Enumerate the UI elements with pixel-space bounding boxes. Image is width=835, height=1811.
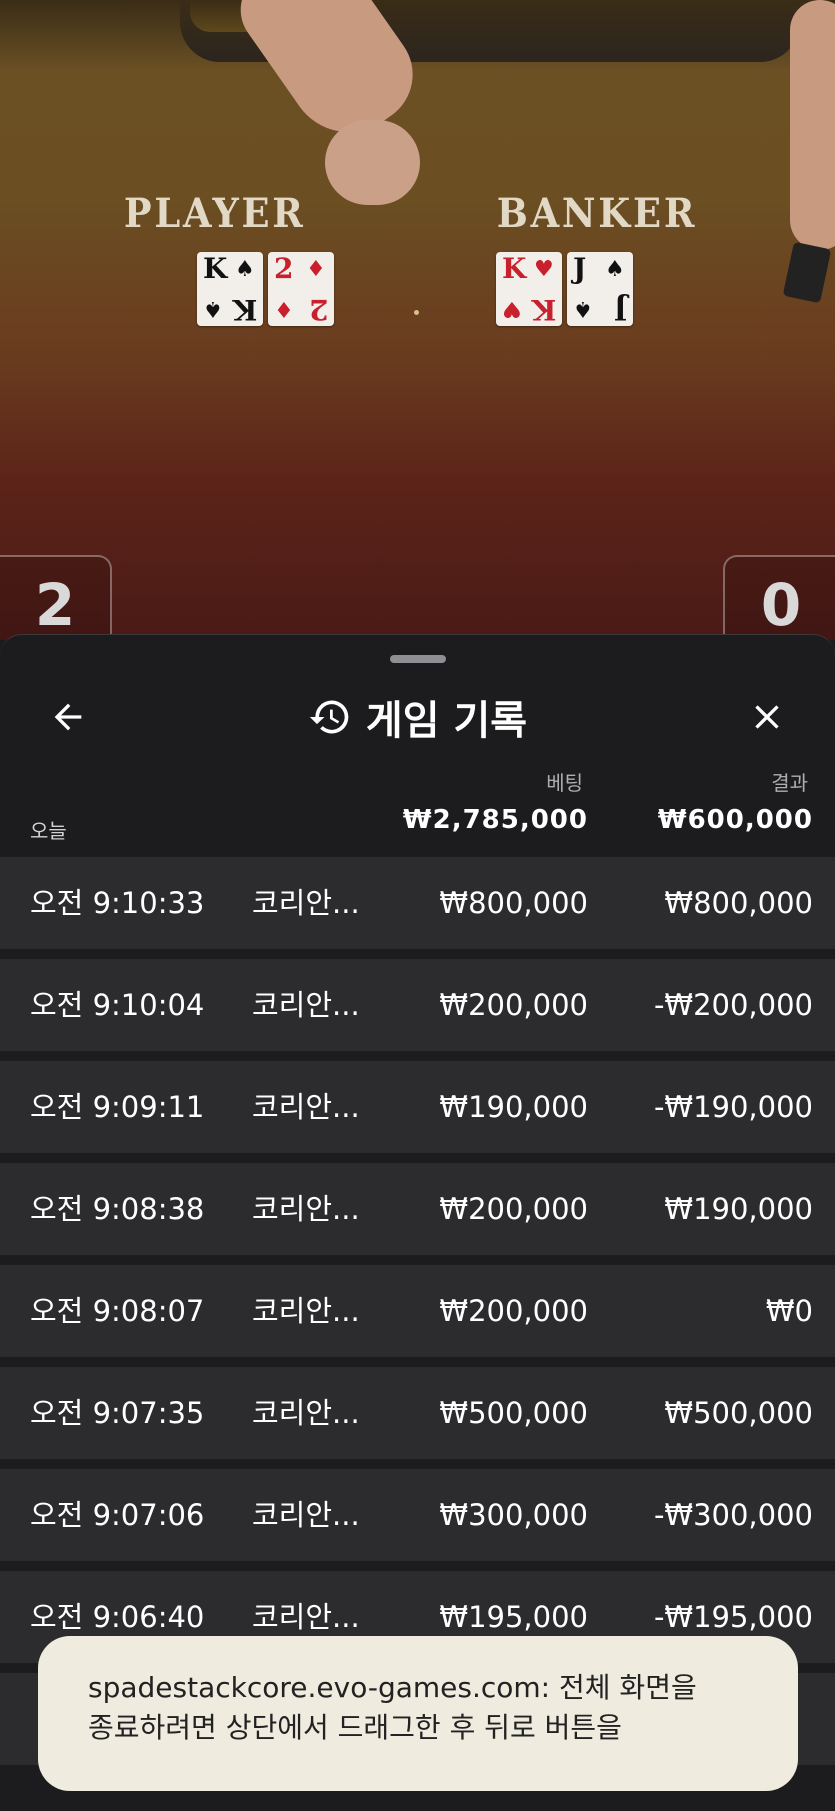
row-game: 코리안...	[252, 1090, 360, 1124]
card-suit-inverted: ♥	[502, 296, 522, 322]
sheet-header: 게임 기록	[0, 687, 835, 747]
card-rank: 2	[274, 252, 294, 285]
today-label: 오늘	[30, 819, 67, 843]
banker-card-2: J ♠ ♠ J	[567, 252, 633, 326]
row-bet: ₩200,000	[439, 1294, 588, 1328]
player-card-1: K ♠ ♠ K	[197, 252, 263, 326]
dealer-left-hand	[325, 120, 420, 205]
card-suit: ♦	[306, 256, 326, 282]
row-game: 코리안...	[252, 1192, 360, 1226]
row-time: 오전 9:10:04	[30, 988, 205, 1022]
bet-column-header: 베팅	[546, 771, 583, 795]
game-table-video: PLAYER BANKER K ♠ ♠ K 2 ♦ ♦ 2 K ♥ ♥ K J …	[0, 0, 835, 640]
row-result: ₩0	[765, 1294, 813, 1328]
close-icon	[755, 705, 779, 729]
row-bet: ₩800,000	[439, 886, 588, 920]
card-suit-inverted: ♦	[274, 296, 294, 322]
player-label: PLAYER	[123, 190, 306, 237]
row-bet: ₩200,000	[439, 1192, 588, 1226]
card-shoe	[782, 241, 832, 304]
dealer-right-arm	[790, 0, 835, 250]
row-time: 오전 9:08:07	[30, 1294, 205, 1328]
history-row[interactable]: 오전 9:08:07 코리안... ₩200,000 ₩0	[0, 1265, 835, 1357]
row-game: 코리안...	[252, 1294, 360, 1328]
total-bet: ₩2,785,000	[402, 805, 588, 835]
card-suit-inverted: ♠	[203, 296, 223, 322]
row-bet: ₩300,000	[439, 1498, 588, 1532]
card-rank-inverted: 2	[308, 293, 328, 326]
table-center-dot	[414, 310, 419, 315]
row-result: ₩800,000	[664, 886, 813, 920]
row-bet: ₩500,000	[439, 1396, 588, 1430]
top-shade	[0, 0, 835, 70]
card-rank-inverted: J	[613, 293, 627, 326]
card-rank: K	[502, 252, 527, 285]
banker-card-1: K ♥ ♥ K	[496, 252, 562, 326]
card-rank-inverted: K	[232, 293, 257, 326]
card-rank-inverted: K	[531, 293, 556, 326]
row-result: ₩500,000	[664, 1396, 813, 1430]
row-result: -₩200,000	[653, 988, 813, 1022]
row-time: 오전 9:09:11	[30, 1090, 205, 1124]
row-time: 오전 9:10:33	[30, 886, 205, 920]
history-row[interactable]: 오전 9:10:04 코리안... ₩200,000 -₩200,000	[0, 959, 835, 1051]
history-icon	[309, 700, 349, 734]
total-result: ₩600,000	[657, 805, 813, 835]
banker-score: 0	[723, 555, 835, 640]
row-bet: ₩190,000	[439, 1090, 588, 1124]
card-suit: ♠	[605, 256, 625, 282]
card-rank: J	[573, 252, 587, 285]
player-score: 2	[0, 555, 112, 640]
row-time: 오전 9:07:35	[30, 1396, 205, 1430]
close-button[interactable]	[737, 687, 797, 747]
page-title: 게임 기록	[365, 698, 528, 744]
toast-line-1: spadestackcore.evo-games.com: 전체 화면을	[88, 1671, 697, 1704]
row-game: 코리안...	[252, 886, 360, 920]
row-time: 오전 9:07:06	[30, 1498, 205, 1532]
result-column-header: 결과	[771, 771, 808, 795]
row-result: -₩300,000	[653, 1498, 813, 1532]
row-game: 코리안...	[252, 988, 360, 1022]
history-row[interactable]: 오전 9:08:38 코리안... ₩200,000 ₩190,000	[0, 1163, 835, 1255]
banker-label: BANKER	[496, 190, 698, 237]
row-time: 오전 9:08:38	[30, 1192, 205, 1226]
toast-line-2: 종료하려면 상단에서 드래그한 후 뒤로 버튼을	[88, 1711, 622, 1744]
game-history-sheet: 게임 기록 베팅 결과 오늘 ₩2,785,000 ₩600,000 오전 9:…	[0, 634, 835, 1811]
row-result: ₩190,000	[664, 1192, 813, 1226]
player-card-2: 2 ♦ ♦ 2	[268, 252, 334, 326]
row-result: -₩190,000	[653, 1090, 813, 1124]
card-suit: ♥	[534, 256, 554, 282]
fullscreen-toast: spadestackcore.evo-games.com: 전체 화면을 종료하…	[38, 1636, 798, 1791]
card-suit-inverted: ♠	[573, 296, 593, 322]
row-bet: ₩200,000	[439, 988, 588, 1022]
card-suit: ♠	[235, 256, 255, 282]
row-game: 코리안...	[252, 1396, 360, 1430]
history-row[interactable]: 오전 9:07:06 코리안... ₩300,000 -₩300,000	[0, 1469, 835, 1561]
history-row[interactable]: 오전 9:10:33 코리안... ₩800,000 ₩800,000	[0, 857, 835, 949]
history-row[interactable]: 오전 9:07:35 코리안... ₩500,000 ₩500,000	[0, 1367, 835, 1459]
card-rank: K	[203, 252, 228, 285]
drag-handle[interactable]	[390, 655, 446, 663]
history-row[interactable]: 오전 9:09:11 코리안... ₩190,000 -₩190,000	[0, 1061, 835, 1153]
row-game: 코리안...	[252, 1498, 360, 1532]
